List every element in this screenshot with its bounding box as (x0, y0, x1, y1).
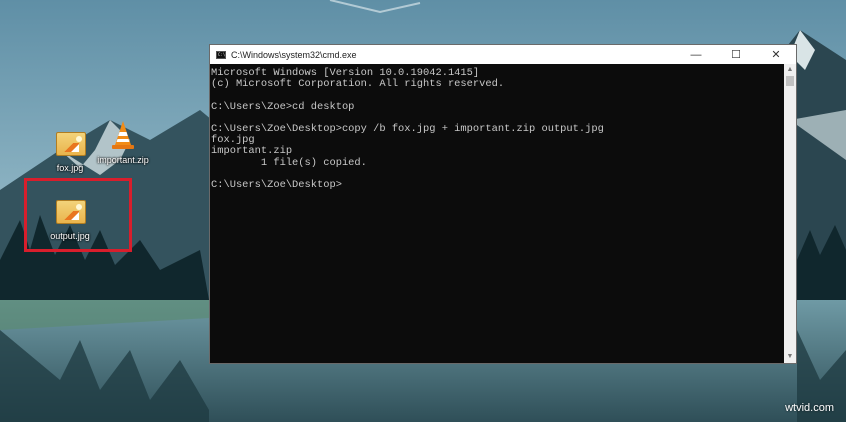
cmd-titlebar[interactable]: C:\Windows\system32\cmd.exe — ☐ ✕ (210, 45, 796, 64)
desktop-icon-label: important.zip (97, 155, 149, 165)
console-line: 1 file(s) copied. (211, 156, 367, 169)
console-prompt-line: C:\Users\Zoe\Desktop> (211, 179, 342, 192)
maximize-button[interactable]: ☐ (716, 45, 756, 64)
console-line: fox.jpg (211, 134, 255, 147)
watermark: wtvid.com (785, 402, 834, 414)
console-line: (c) Microsoft Corporation. All rights re… (211, 78, 505, 91)
highlight-box (24, 178, 132, 252)
scroll-up-icon[interactable]: ▲ (784, 64, 796, 76)
desktop-icon-important-zip[interactable]: important.zip (91, 118, 155, 165)
desktop: fox.jpg important.zip output.jpg C:\Wind… (0, 0, 846, 422)
minimize-button[interactable]: — (676, 45, 716, 64)
close-button[interactable]: ✕ (756, 45, 796, 64)
cmd-app-icon (216, 50, 226, 59)
console-line: important.zip (211, 145, 293, 158)
cmd-window[interactable]: C:\Windows\system32\cmd.exe — ☐ ✕ Micros… (209, 44, 797, 364)
scroll-thumb[interactable] (786, 76, 794, 86)
vertical-scrollbar[interactable]: ▲ ▼ (784, 64, 796, 363)
vlc-cone-icon (105, 118, 141, 154)
console-output[interactable]: Microsoft Windows [Version 10.0.19042.14… (210, 64, 784, 363)
console-line: C:\Users\Zoe\Desktop>copy /b fox.jpg + i… (211, 123, 604, 136)
window-title: C:\Windows\system32\cmd.exe (231, 49, 357, 60)
scroll-down-icon[interactable]: ▼ (784, 351, 796, 363)
image-file-icon (52, 126, 88, 162)
console-line: C:\Users\Zoe>cd desktop (211, 100, 355, 113)
